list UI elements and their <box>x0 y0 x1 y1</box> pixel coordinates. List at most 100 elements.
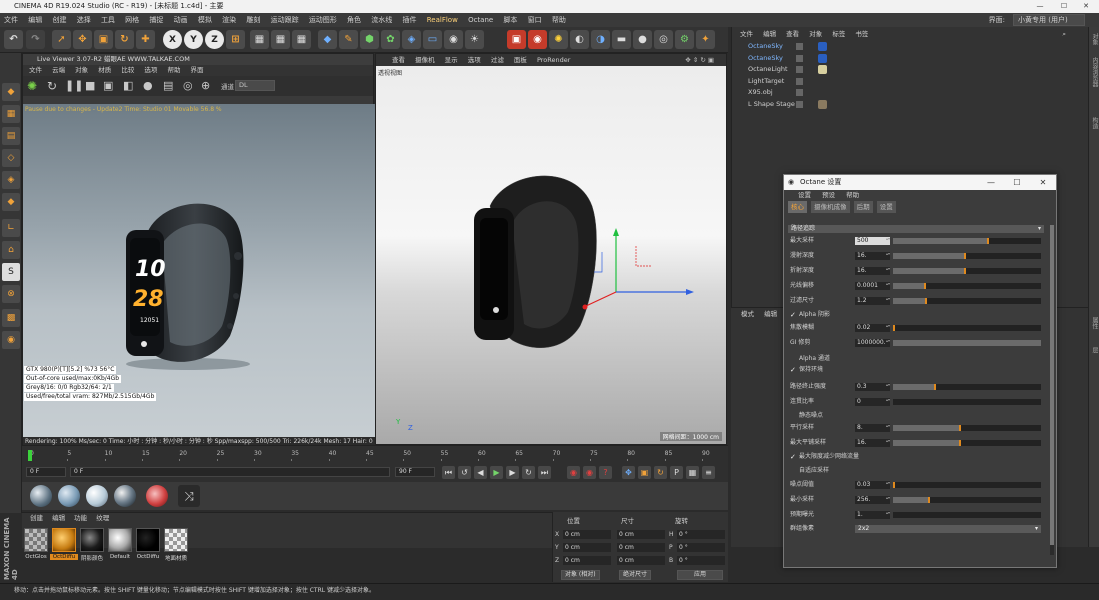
visibility-toggle[interactable] <box>796 43 803 50</box>
lv-menu-options[interactable]: 选项 <box>144 66 157 74</box>
param-slider[interactable] <box>893 238 1041 244</box>
om-menu-objects[interactable]: 对象 <box>809 30 822 38</box>
play-icon[interactable]: ▶ <box>490 466 503 479</box>
octane-render-icon[interactable]: ◉ <box>528 30 547 49</box>
minimize-button[interactable]: — <box>1029 0 1051 13</box>
pause-icon[interactable]: ❚❚ <box>65 79 83 92</box>
param-value[interactable]: 8. <box>855 423 890 432</box>
select-arrow-icon[interactable]: ➚ <box>52 30 71 49</box>
light-icon[interactable]: ☀ <box>465 30 484 49</box>
param-slider[interactable] <box>893 512 1041 518</box>
oct-menu-help[interactable]: 帮助 <box>846 191 859 199</box>
param-value[interactable]: 256. <box>855 495 890 504</box>
vp-menu-display[interactable]: 显示 <box>445 56 458 64</box>
prev-key-icon[interactable]: ↺ <box>458 466 471 479</box>
cube-icon[interactable]: ◆ <box>318 30 337 49</box>
send-scene-icon[interactable]: ✺ <box>27 79 37 93</box>
object-row[interactable]: LightTarget <box>732 76 1088 88</box>
goto-end-icon[interactable]: ⏭ <box>538 466 551 479</box>
param-value[interactable]: 1000000. <box>855 338 890 347</box>
coordinate-system-icon[interactable]: ⊞ <box>226 30 245 49</box>
group-pixels-select[interactable]: 2x2 <box>855 525 1041 533</box>
timeline-playhead[interactable] <box>28 450 32 461</box>
om-menu-view[interactable]: 查看 <box>786 30 799 38</box>
octane-target-icon[interactable]: ◎ <box>654 30 673 49</box>
polygons-mode-icon[interactable]: ◆ <box>2 193 20 211</box>
oct-menu-settings[interactable]: 设置 <box>798 191 811 199</box>
tab-objects[interactable]: 对象 <box>1090 33 1099 45</box>
octane-dialog-scrollbar[interactable] <box>1050 225 1054 555</box>
mix-sphere-icon[interactable] <box>114 485 136 507</box>
shuffle-icon[interactable]: ⤨ <box>178 485 200 507</box>
specular-sphere-icon[interactable] <box>86 485 108 507</box>
param-value[interactable]: 16. <box>855 266 890 275</box>
subdivision-icon[interactable]: ⬢ <box>360 30 379 49</box>
render-picture-viewer-icon[interactable]: ▦ <box>271 30 290 49</box>
next-frame-icon[interactable]: ▶ <box>506 466 519 479</box>
dialog-maximize-button[interactable]: ☐ <box>1004 175 1030 190</box>
tab-layers[interactable]: 层 <box>1090 347 1099 353</box>
param-value[interactable]: 0.02 <box>855 323 890 332</box>
lock-icon[interactable]: ⊗ <box>2 285 20 303</box>
rotate-icon[interactable]: ↻ <box>115 30 134 49</box>
menu-window[interactable]: 窗口 <box>524 13 546 27</box>
min-net-traffic-checkbox[interactable]: ✓ <box>790 454 796 461</box>
tab-content-browser[interactable]: 内容浏览器 <box>1090 57 1099 87</box>
pos-x-field[interactable]: 0 cm <box>563 530 611 539</box>
viewport-canvas[interactable]: 透视视图 Y Z 网格间距：1000 cm <box>376 66 726 444</box>
size-y-field[interactable]: 0 cm <box>617 543 665 552</box>
adaptive-sampling-checkbox[interactable] <box>790 468 796 474</box>
vp-menu-panel[interactable]: 面板 <box>514 56 527 64</box>
param-slider[interactable] <box>893 384 1041 390</box>
tab-kernel[interactable]: 核心 <box>788 201 807 213</box>
z-axis-lock[interactable]: Z <box>205 30 224 49</box>
maximize-button[interactable]: ☐ <box>1053 0 1075 13</box>
rot-h-field[interactable]: 0 ° <box>677 530 725 539</box>
menu-plugins[interactable]: 插件 <box>399 13 421 27</box>
menu-edit[interactable]: 编辑 <box>24 13 46 27</box>
light-tag-icon[interactable] <box>818 65 827 74</box>
viewport-nav-icons[interactable]: ✥ ⇕ ↻ ▣ <box>685 54 714 66</box>
menu-simulate[interactable]: 模拟 <box>194 13 216 27</box>
mat-menu-edit[interactable]: 编辑 <box>52 514 65 522</box>
size-x-field[interactable]: 0 cm <box>617 530 665 539</box>
lock-resolution-icon[interactable]: ◧ <box>123 79 133 92</box>
dialog-minimize-button[interactable]: — <box>978 175 1004 190</box>
octane-spotlight-icon[interactable]: ● <box>633 30 652 49</box>
octane-material-icon[interactable]: ⚙ <box>675 30 694 49</box>
key-pla-icon[interactable]: ▦ <box>686 466 699 479</box>
clay-mode-icon[interactable]: ● <box>143 79 153 92</box>
menu-mesh[interactable]: 网格 <box>121 13 143 27</box>
menu-create[interactable]: 创建 <box>48 13 70 27</box>
menu-animate[interactable]: 动画 <box>170 13 192 27</box>
visibility-toggle[interactable] <box>796 66 803 73</box>
octane-settings-icon[interactable]: ✦ <box>696 30 715 49</box>
size-z-field[interactable]: 0 cm <box>617 556 665 565</box>
undo-button[interactable]: ↶ <box>4 30 23 49</box>
restart-icon[interactable]: ↻ <box>47 79 57 93</box>
sphere-material-icon[interactable] <box>30 485 52 507</box>
octane-arealight-icon[interactable]: ▬ <box>612 30 631 49</box>
edges-mode-icon[interactable]: ◈ <box>2 171 20 189</box>
om-menu-edit[interactable]: 编辑 <box>763 30 776 38</box>
tab-structure[interactable]: 构造 <box>1090 117 1099 129</box>
pen-icon[interactable]: ✎ <box>339 30 358 49</box>
close-button[interactable]: ✕ <box>1075 0 1097 13</box>
visibility-toggle[interactable] <box>796 77 803 85</box>
tab-camera-imager[interactable]: 摄像机成像 <box>811 201 850 213</box>
param-slider[interactable] <box>893 482 1041 488</box>
menu-render[interactable]: 渲染 <box>218 13 240 27</box>
param-value[interactable]: 16. <box>855 438 890 447</box>
scale-icon[interactable]: ▣ <box>94 30 113 49</box>
render-view-icon[interactable]: ▦ <box>250 30 269 49</box>
menu-motion-tracking[interactable]: 运动跟踪 <box>267 13 303 27</box>
scrollbar-thumb[interactable] <box>1050 225 1054 545</box>
dialog-close-button[interactable]: ✕ <box>1030 175 1056 190</box>
visibility-toggle[interactable] <box>796 54 803 62</box>
menu-select[interactable]: 选择 <box>73 13 95 27</box>
pos-y-field[interactable]: 0 cm <box>563 543 611 552</box>
vp-menu-view[interactable]: 查看 <box>392 56 405 64</box>
mat-menu-function[interactable]: 功能 <box>74 514 87 522</box>
timeline-ruler[interactable]: 051015202530354045505560657075808590 <box>28 450 716 461</box>
keep-environment-checkbox[interactable]: ✓ <box>790 367 796 374</box>
